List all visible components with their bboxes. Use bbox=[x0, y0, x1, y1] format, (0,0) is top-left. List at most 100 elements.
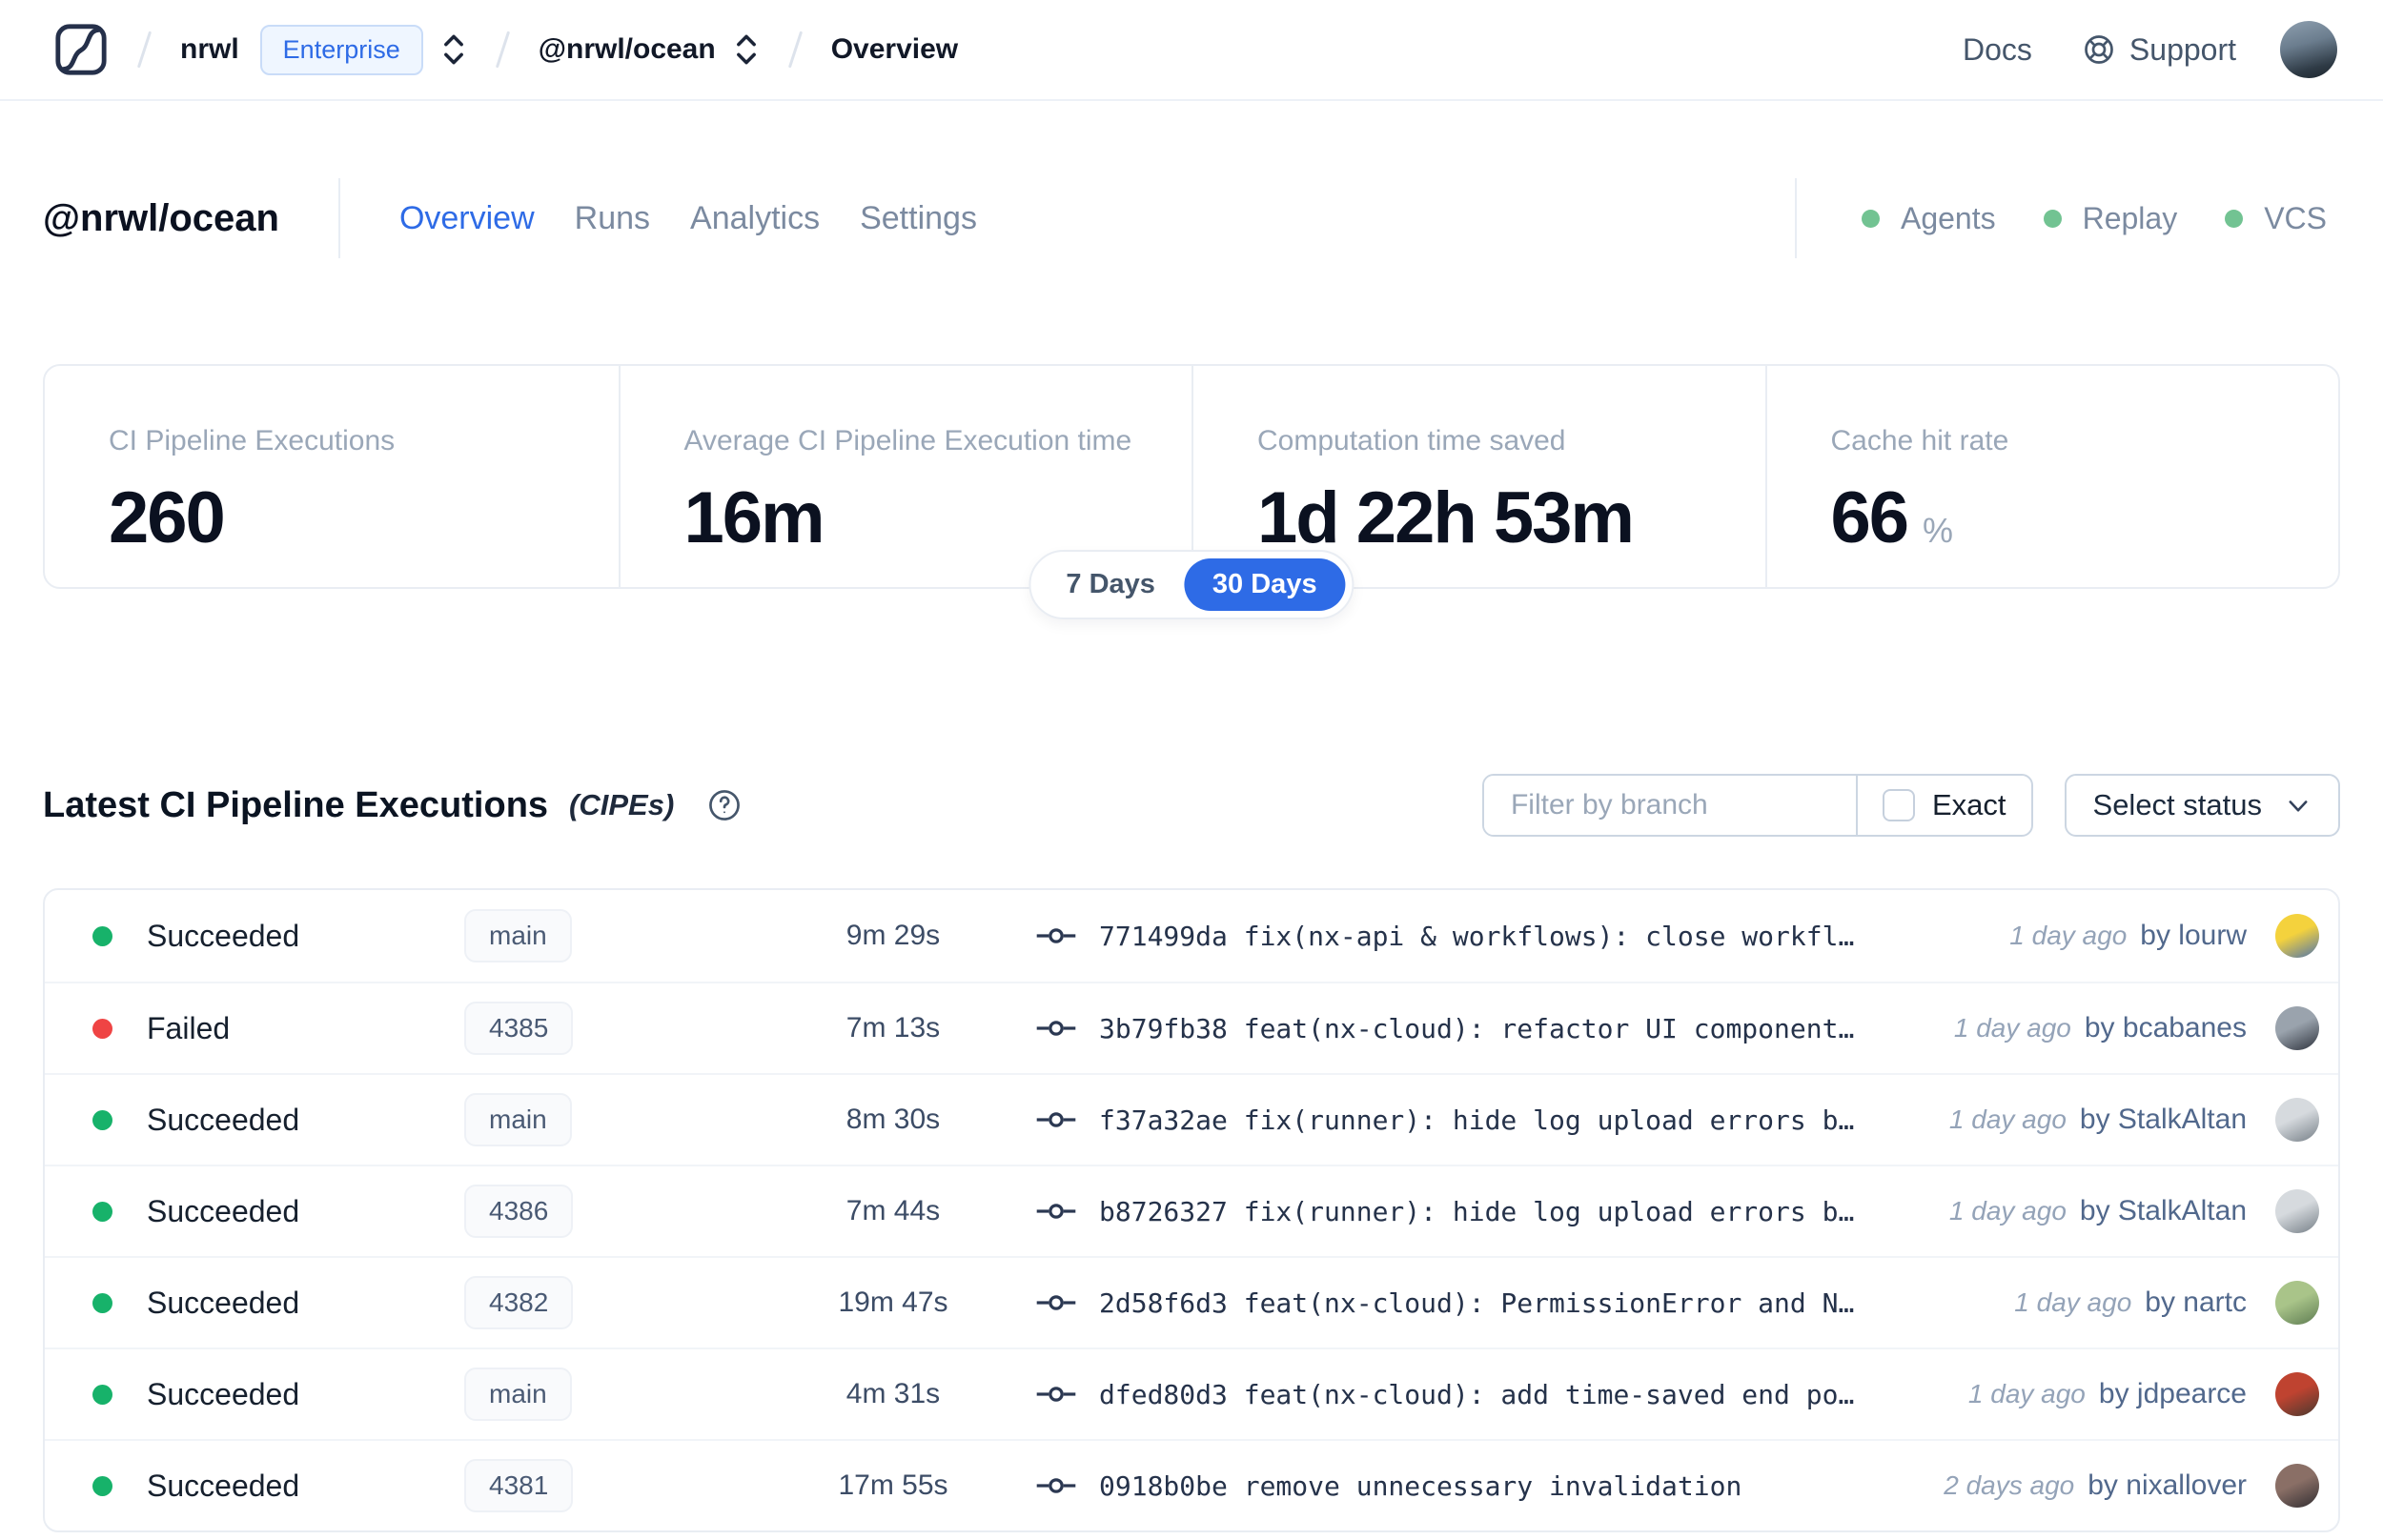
commit-icon bbox=[1036, 1478, 1076, 1493]
duration-label: 17m 55s bbox=[838, 1469, 948, 1501]
branch-badge[interactable]: 4381 bbox=[464, 1459, 574, 1512]
branch-badge[interactable]: 4382 bbox=[464, 1276, 574, 1329]
commit-cell: dfed80d3 feat(nx-cloud): add time-saved … bbox=[1036, 1379, 1968, 1410]
top-nav: nrwl Enterprise @nrwl/ocean Overview Doc… bbox=[0, 0, 2383, 101]
commit-icon bbox=[1036, 1204, 1076, 1219]
exact-checkbox[interactable] bbox=[1882, 789, 1915, 821]
commit-message[interactable]: 3b79fb38 feat(nx-cloud): refactor UI com… bbox=[1099, 1013, 1854, 1044]
stat-label: Average CI Pipeline Execution time bbox=[683, 425, 1132, 456]
table-row[interactable]: Failed 4385 7m 13s 3b79fb38 feat(nx-cloud):… bbox=[45, 982, 2338, 1073]
commit-icon bbox=[1036, 928, 1076, 943]
stat-label: CI Pipeline Executions bbox=[109, 425, 396, 456]
branch-filter-group: Exact bbox=[1481, 774, 2033, 837]
branch-badge[interactable]: 4386 bbox=[464, 1185, 574, 1238]
indicator-label: Agents bbox=[1900, 200, 1996, 235]
breadcrumb-slash bbox=[136, 30, 153, 69]
author-label: by nartc bbox=[2145, 1287, 2247, 1318]
author-avatar[interactable] bbox=[2275, 1464, 2319, 1508]
enterprise-badge: Enterprise bbox=[259, 24, 423, 75]
commit-message[interactable]: 771499da fix(nx-api & workflows): close … bbox=[1099, 921, 1854, 952]
exact-toggle[interactable]: Exact bbox=[1858, 776, 2031, 835]
author-label: by nixallover bbox=[2088, 1469, 2247, 1501]
docs-link[interactable]: Docs bbox=[1963, 32, 2032, 68]
status-cell: Succeeded bbox=[92, 1469, 464, 1504]
status-cell: Succeeded bbox=[92, 1103, 464, 1138]
author-label: by StalkAltan bbox=[2079, 1195, 2247, 1226]
status-dot bbox=[92, 925, 112, 946]
lifebuoy-icon bbox=[2085, 35, 2113, 64]
tab-settings[interactable]: Settings bbox=[860, 200, 977, 237]
breadcrumb-page: Overview bbox=[830, 33, 959, 65]
status-label: Succeeded bbox=[147, 1376, 300, 1411]
org-selector-button[interactable] bbox=[440, 31, 467, 68]
branch-badge[interactable]: main bbox=[464, 1368, 572, 1421]
author-avatar[interactable] bbox=[2275, 1281, 2319, 1325]
tab-runs[interactable]: Runs bbox=[575, 200, 650, 237]
commit-message[interactable]: 0918b0be remove unnecessary invalidation bbox=[1099, 1470, 1741, 1502]
breadcrumb-workspace[interactable]: @nrwl/ocean bbox=[539, 33, 716, 66]
help-icon[interactable] bbox=[706, 787, 743, 823]
duration-label: 7m 44s bbox=[845, 1195, 941, 1226]
commit-message[interactable]: 2d58f6d3 feat(nx-cloud): PermissionError… bbox=[1099, 1287, 1854, 1319]
cipe-section-title-suffix: (CIPEs) bbox=[569, 788, 675, 821]
breadcrumb-org[interactable]: nrwl bbox=[180, 33, 239, 66]
branch-filter-input[interactable] bbox=[1483, 776, 1856, 835]
nav-right: Docs Support bbox=[1963, 21, 2337, 78]
stat-value: 66 bbox=[1830, 477, 1910, 558]
author-avatar[interactable] bbox=[2275, 1006, 2319, 1050]
divider bbox=[1794, 178, 1797, 258]
table-row[interactable]: Succeeded main 9m 29s 771499da fix(nx-api &… bbox=[45, 890, 2338, 982]
duration-label: 8m 30s bbox=[845, 1104, 941, 1135]
status-label: Failed bbox=[147, 1010, 231, 1045]
table-row[interactable]: Succeeded main 4m 31s dfed80d3 feat(nx-clou… bbox=[45, 1348, 2338, 1439]
duration-label: 19m 47s bbox=[838, 1287, 948, 1318]
author-avatar[interactable] bbox=[2275, 1189, 2319, 1233]
status-cell: Succeeded bbox=[92, 1286, 464, 1321]
select-status-dropdown[interactable]: Select status bbox=[2064, 774, 2340, 837]
workspace-selector-button[interactable] bbox=[733, 31, 760, 68]
status-dot bbox=[92, 1384, 112, 1405]
commit-message[interactable]: b8726327 fix(runner): hide log upload er… bbox=[1099, 1196, 1854, 1227]
table-row[interactable]: Succeeded 4382 19m 47s 2d58f6d3 feat(nx-clo… bbox=[45, 1256, 2338, 1348]
support-link[interactable]: Support bbox=[2082, 32, 2236, 68]
cipe-table: Succeeded main 9m 29s 771499da fix(nx-api &… bbox=[43, 888, 2340, 1532]
branch-badge[interactable]: main bbox=[464, 1093, 572, 1146]
range-option-7-days[interactable]: 7 Days bbox=[1037, 558, 1184, 611]
commit-cell: 3b79fb38 feat(nx-cloud): refactor UI com… bbox=[1036, 1013, 1954, 1044]
tab-analytics[interactable]: Analytics bbox=[690, 200, 820, 237]
tab-overview[interactable]: Overview bbox=[399, 200, 535, 237]
branch-badge[interactable]: 4385 bbox=[464, 1002, 574, 1055]
workspace-title: @nrwl/ocean bbox=[43, 196, 279, 239]
author-avatar[interactable] bbox=[2275, 914, 2319, 958]
user-avatar[interactable] bbox=[2280, 21, 2337, 78]
time-ago-label: 1 day ago bbox=[1948, 1196, 2067, 1226]
commit-message[interactable]: f37a32ae fix(runner): hide log upload er… bbox=[1099, 1104, 1854, 1136]
table-row[interactable]: Succeeded main 8m 30s f37a32ae fix(runner):… bbox=[45, 1073, 2338, 1165]
commit-cell: 771499da fix(nx-api & workflows): close … bbox=[1036, 921, 2009, 952]
meta-cell: 1 day ago by jdpearce bbox=[1968, 1372, 2319, 1416]
nx-cloud-logo-icon[interactable] bbox=[53, 22, 109, 77]
commit-cell: b8726327 fix(runner): hide log upload er… bbox=[1036, 1196, 1949, 1227]
duration-label: 4m 31s bbox=[845, 1378, 941, 1409]
time-ago-label: 1 day ago bbox=[1948, 1104, 2067, 1134]
select-status-label: Select status bbox=[2092, 788, 2262, 821]
stat-card-cache-hit-rate: Cache hit rate 66 % bbox=[1764, 366, 2339, 587]
commit-message[interactable]: dfed80d3 feat(nx-cloud): add time-saved … bbox=[1099, 1379, 1854, 1410]
author-label: by jdpearce bbox=[2098, 1378, 2247, 1409]
indicator-replay: Replay bbox=[2043, 201, 2177, 236]
chevrons-up-down-icon bbox=[736, 34, 756, 65]
divider bbox=[337, 178, 340, 258]
time-ago-label: 1 day ago bbox=[2009, 921, 2128, 950]
table-row[interactable]: Succeeded 4386 7m 44s b8726327 fix(runner):… bbox=[45, 1165, 2338, 1256]
author-avatar[interactable] bbox=[2275, 1098, 2319, 1142]
meta-cell: 1 day ago by StalkAltan bbox=[1949, 1189, 2319, 1233]
cipe-section-title: Latest CI Pipeline Executions bbox=[43, 784, 549, 825]
status-label: Succeeded bbox=[147, 918, 300, 953]
stat-card-ci-pipeline-executions: CI Pipeline Executions 260 bbox=[45, 366, 619, 587]
range-option-30-days[interactable]: 30 Days bbox=[1183, 558, 1346, 611]
branch-badge[interactable]: main bbox=[464, 909, 572, 962]
author-label: by lourw bbox=[2140, 920, 2247, 951]
author-avatar[interactable] bbox=[2275, 1372, 2319, 1416]
table-row[interactable]: Succeeded 4381 17m 55s 0918b0be remove unne… bbox=[45, 1439, 2338, 1530]
chevrons-up-down-icon bbox=[443, 34, 463, 65]
